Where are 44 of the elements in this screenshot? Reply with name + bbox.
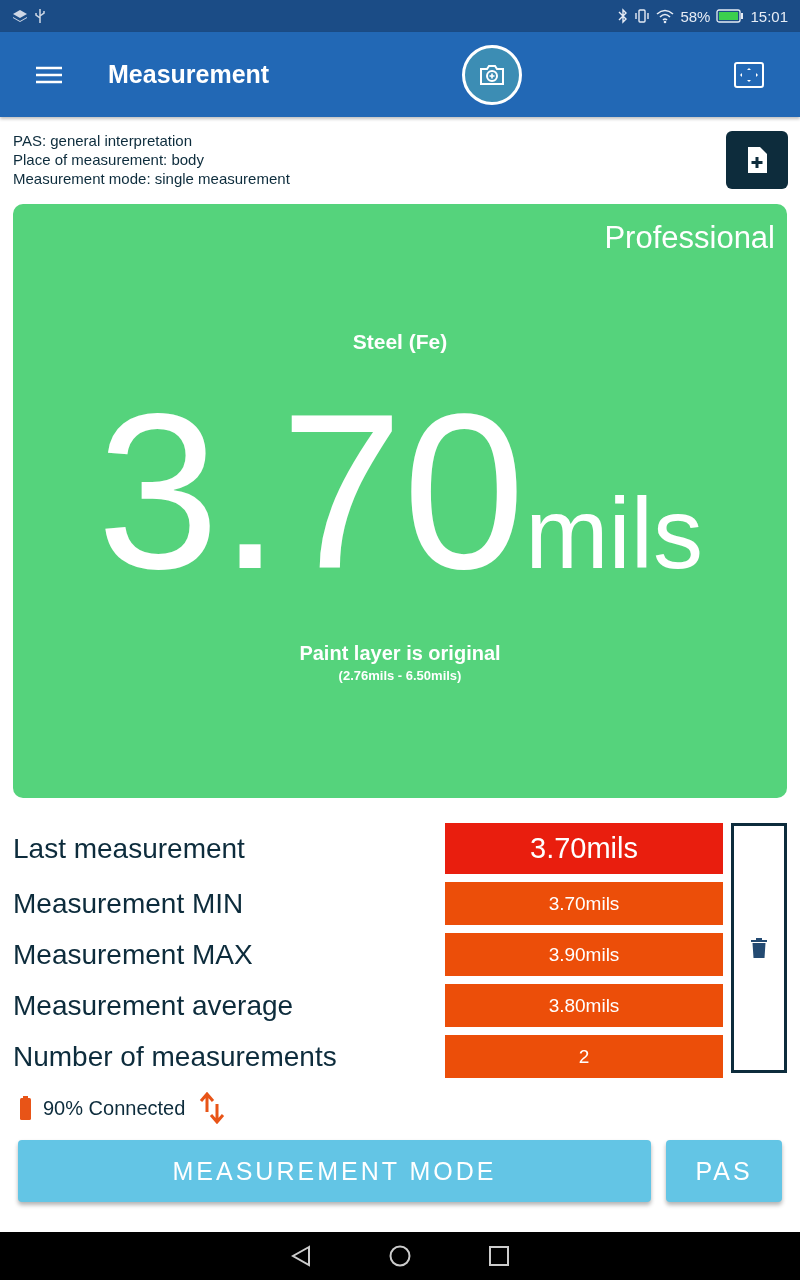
range-text: (2.76mils - 6.50mils) xyxy=(338,668,462,683)
menu-icon[interactable] xyxy=(36,65,62,84)
battery-icon xyxy=(20,1096,31,1120)
material-label: Steel (Fe) xyxy=(352,330,448,354)
stat-value: 2 xyxy=(445,1035,723,1078)
unit-label: mils xyxy=(525,483,703,583)
transfer-arrows-icon xyxy=(199,1092,226,1124)
action-button[interactable]: PAS xyxy=(666,1140,782,1202)
stat-label: Number of measurements xyxy=(13,1040,337,1073)
stat-value: 3.90mils xyxy=(445,933,723,976)
battery-percent: 58% xyxy=(680,7,711,25)
trash-icon xyxy=(751,938,767,958)
thickness-value: 3.70 xyxy=(97,382,526,602)
delete-button[interactable] xyxy=(731,823,787,1073)
stat-label: Measurement MIN xyxy=(13,887,244,920)
usb-icon xyxy=(34,8,46,24)
stat-label: Last measurement xyxy=(13,832,245,865)
verdict-text: Paint layer is original xyxy=(299,642,501,665)
screen-title: Measurement xyxy=(108,60,270,89)
battery-icon xyxy=(716,9,745,23)
edition-label: Professional xyxy=(604,220,775,256)
add-document-icon xyxy=(746,146,768,174)
bluetooth-icon xyxy=(618,8,629,24)
recents-icon[interactable] xyxy=(489,1246,509,1266)
action-button[interactable]: MEASUREMENT MODE xyxy=(18,1140,651,1202)
vibrate-icon xyxy=(634,8,651,24)
stat-label: Measurement MAX xyxy=(13,938,253,971)
stat-value: 3.70mils xyxy=(445,882,723,925)
stat-value: 3.70mils xyxy=(445,823,723,874)
fullscreen-icon[interactable] xyxy=(734,61,764,88)
clock: 15:01 xyxy=(750,7,788,25)
info-text: Measurement mode: single measurement xyxy=(13,169,290,188)
new-document-button[interactable] xyxy=(726,131,788,189)
stat-value: 3.80mils xyxy=(445,984,723,1027)
wifi-icon xyxy=(656,8,675,24)
layers-icon xyxy=(12,8,28,24)
info-text: PAS: general interpretation xyxy=(13,131,193,150)
info-text: Place of measurement: body xyxy=(13,150,205,169)
camera-button[interactable] xyxy=(462,45,522,105)
camera-icon xyxy=(478,63,506,87)
connection-status: 90% Connected xyxy=(43,1096,186,1120)
stat-label: Measurement average xyxy=(13,989,294,1022)
home-icon[interactable] xyxy=(389,1245,411,1267)
back-icon[interactable] xyxy=(291,1245,311,1267)
